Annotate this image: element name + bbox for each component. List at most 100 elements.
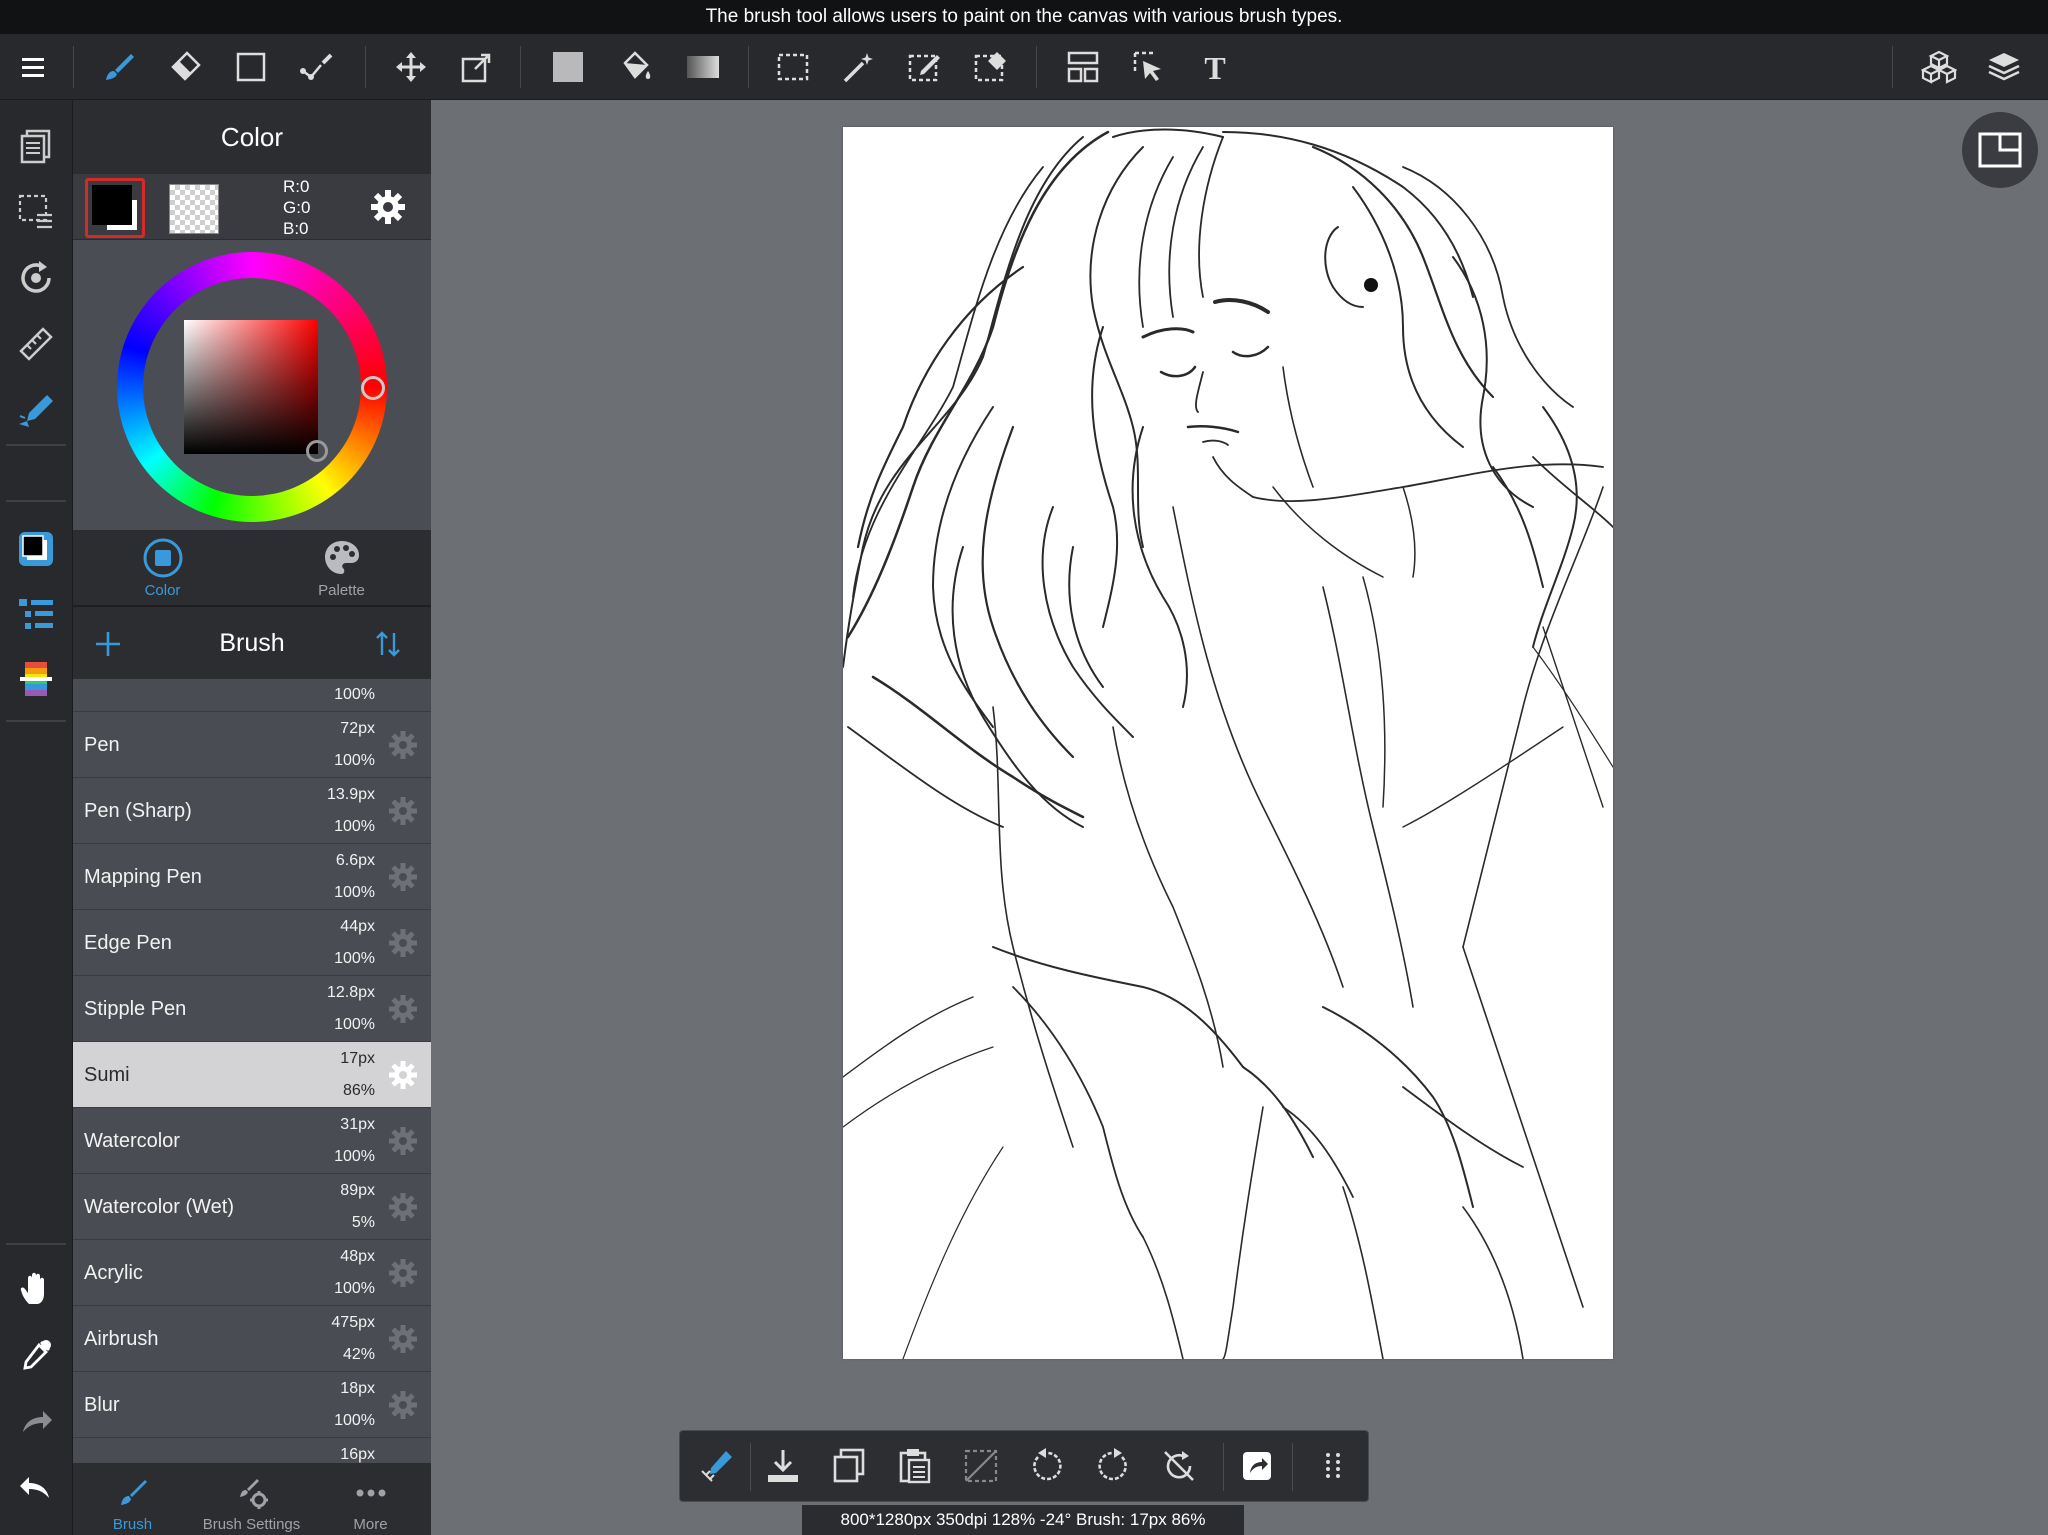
brush-item-edge-pen[interactable]: Edge Pen 44px 100% bbox=[73, 910, 431, 976]
copy-icon[interactable] bbox=[824, 1441, 874, 1491]
gear-icon[interactable] bbox=[387, 729, 419, 761]
gear-icon[interactable] bbox=[387, 927, 419, 959]
rotate-canvas-icon[interactable] bbox=[12, 254, 60, 302]
pages-icon[interactable] bbox=[12, 122, 60, 170]
snap-pen-icon[interactable] bbox=[12, 386, 60, 434]
brush-icon bbox=[120, 1480, 147, 1505]
brush-item-watercolor[interactable]: Watercolor 31px 100% bbox=[73, 1108, 431, 1174]
text-tool-icon[interactable]: T bbox=[1192, 44, 1238, 90]
top-toolbar: T bbox=[0, 34, 2048, 100]
select-pen-icon[interactable] bbox=[902, 44, 948, 90]
brush-list-icon[interactable] bbox=[12, 590, 60, 638]
operation-tool-icon[interactable] bbox=[1126, 44, 1172, 90]
transform-tool-icon[interactable] bbox=[454, 44, 500, 90]
tab-brush-settings[interactable]: Brush Settings bbox=[192, 1463, 311, 1535]
gear-icon[interactable] bbox=[387, 1389, 419, 1421]
brush-item-airbrush[interactable]: Airbrush 475px 42% bbox=[73, 1306, 431, 1372]
hue-handle[interactable] bbox=[361, 376, 385, 400]
brush-settings-icon bbox=[239, 1479, 268, 1509]
brush-list[interactable]: 100% Pen 72px 100% Pen (Sharp) 13.9px 10… bbox=[73, 679, 431, 1463]
fill-color-swatch-icon[interactable] bbox=[545, 44, 591, 90]
materials-icon[interactable] bbox=[1916, 44, 1962, 90]
brush-panel: Brush 100% Pen 72px 100% Pen (Sharp) 13.… bbox=[73, 605, 431, 1535]
drawing-canvas[interactable] bbox=[843, 127, 1613, 1359]
gradient-tool-icon[interactable] bbox=[680, 44, 726, 90]
list-item[interactable]: 16px bbox=[73, 1438, 431, 1463]
share-icon[interactable] bbox=[1232, 1441, 1282, 1491]
brush-item-pen[interactable]: Pen 72px 100% bbox=[73, 712, 431, 778]
gear-icon[interactable] bbox=[387, 1125, 419, 1157]
canvas-action-toolbar bbox=[679, 1430, 1369, 1502]
saturation-value-square[interactable] bbox=[184, 320, 318, 454]
layers-icon[interactable] bbox=[1981, 44, 2027, 90]
select-eraser-icon[interactable] bbox=[968, 44, 1014, 90]
color-swatch-icon[interactable] bbox=[12, 525, 60, 573]
frame-divider-icon[interactable] bbox=[1060, 44, 1106, 90]
tab-palette[interactable]: Palette bbox=[252, 530, 431, 605]
snap-brush-icon[interactable] bbox=[692, 1441, 742, 1491]
magic-wand-icon[interactable] bbox=[836, 44, 882, 90]
drag-handle-icon[interactable] bbox=[1308, 1441, 1358, 1491]
gear-icon[interactable] bbox=[387, 1191, 419, 1223]
color-picker-handle[interactable] bbox=[306, 440, 328, 462]
tab-more[interactable]: More bbox=[311, 1463, 430, 1535]
secondary-color-swatch[interactable] bbox=[169, 184, 219, 234]
color-panel-title: Color bbox=[73, 100, 431, 174]
selection-layer-icon[interactable] bbox=[12, 188, 60, 236]
deselect-icon[interactable] bbox=[956, 1441, 1006, 1491]
brush-item-acrylic[interactable]: Acrylic 48px 100% bbox=[73, 1240, 431, 1306]
brush-item-sumi[interactable]: Sumi 17px 86% bbox=[73, 1042, 431, 1108]
gear-icon[interactable] bbox=[387, 993, 419, 1025]
color-wheel-area[interactable] bbox=[73, 240, 431, 530]
gear-icon[interactable] bbox=[387, 795, 419, 827]
hand-tool-icon[interactable] bbox=[12, 1265, 60, 1313]
list-item[interactable]: 100% bbox=[73, 679, 431, 712]
correction-tool-icon[interactable] bbox=[294, 44, 340, 90]
brush-panel-header: Brush bbox=[73, 605, 431, 679]
select-rect-icon[interactable] bbox=[770, 44, 816, 90]
menu-icon[interactable] bbox=[10, 44, 56, 90]
rgb-readout: R:0 G:0 B:0 bbox=[283, 177, 311, 238]
move-tool-icon[interactable] bbox=[388, 44, 434, 90]
gear-icon[interactable] bbox=[387, 861, 419, 893]
canvas-area[interactable] bbox=[432, 100, 2048, 1535]
brush-item-mapping-pen[interactable]: Mapping Pen 6.6px 100% bbox=[73, 844, 431, 910]
brush-tool-icon[interactable] bbox=[96, 44, 142, 90]
color-settings-gear-icon[interactable] bbox=[369, 188, 407, 226]
tab-color[interactable]: Color bbox=[73, 530, 252, 605]
shape-tool-icon[interactable] bbox=[228, 44, 274, 90]
brush-item-pen-sharp[interactable]: Pen (Sharp) 13.9px 100% bbox=[73, 778, 431, 844]
primary-color-swatch[interactable] bbox=[85, 178, 145, 238]
brush-item-stipple-pen[interactable]: Stipple Pen 12.8px 100% bbox=[73, 976, 431, 1042]
redo-icon[interactable] bbox=[12, 1397, 60, 1445]
paste-icon[interactable] bbox=[890, 1441, 940, 1491]
brush-item-watercolor-wet[interactable]: Watercolor (Wet) 89px 5% bbox=[73, 1174, 431, 1240]
window-mode-icon[interactable] bbox=[1962, 112, 2038, 188]
color-panel: Color R:0 G:0 B:0 Color Palette bbox=[73, 100, 431, 605]
eyedropper-icon[interactable] bbox=[12, 1331, 60, 1379]
bucket-fill-icon[interactable] bbox=[612, 44, 658, 90]
color-panel-tabs: Color Palette bbox=[73, 530, 431, 605]
tab-brush[interactable]: Brush bbox=[73, 1463, 192, 1535]
gear-icon[interactable] bbox=[387, 1323, 419, 1355]
sort-brush-icon[interactable] bbox=[371, 627, 405, 661]
add-brush-icon[interactable] bbox=[91, 627, 125, 661]
save-download-icon[interactable] bbox=[758, 1441, 808, 1491]
gear-icon[interactable] bbox=[387, 1257, 419, 1289]
undo-icon[interactable] bbox=[12, 1463, 60, 1511]
ruler-icon[interactable] bbox=[12, 320, 60, 368]
color-square-icon bbox=[143, 538, 182, 578]
reset-rotation-icon[interactable] bbox=[1154, 1441, 1204, 1491]
svg-text:T: T bbox=[1204, 50, 1225, 85]
gear-icon[interactable] bbox=[387, 1059, 419, 1091]
more-dots-icon bbox=[356, 1489, 385, 1497]
rotate-left-icon[interactable] bbox=[1022, 1441, 1072, 1491]
rotate-right-icon[interactable] bbox=[1088, 1441, 1138, 1491]
color-palette-strip-icon[interactable] bbox=[12, 655, 60, 703]
brush-item-blur[interactable]: Blur 18px 100% bbox=[73, 1372, 431, 1438]
eraser-tool-icon[interactable] bbox=[162, 44, 208, 90]
brush-panel-tabs: Brush Brush Settings More bbox=[73, 1463, 431, 1535]
tooltip-banner: The brush tool allows users to paint on … bbox=[0, 0, 2048, 34]
line-art-sketch bbox=[843, 128, 1613, 1359]
canvas-status-bar: 800*1280px 350dpi 128% -24° Brush: 17px … bbox=[802, 1505, 1244, 1535]
